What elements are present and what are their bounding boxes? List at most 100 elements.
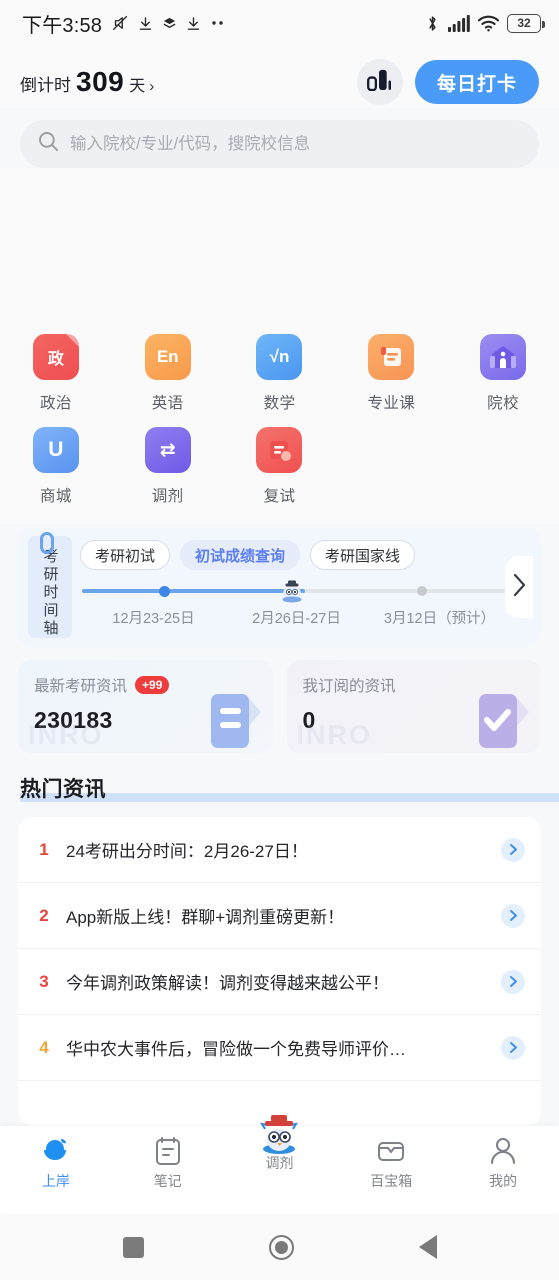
subscribed-news-card[interactable]: INRO 我订阅的资讯 0	[286, 660, 541, 753]
grid-label-politics: 政治	[39, 395, 72, 412]
tab-toolbox[interactable]: 百宝箱	[335, 1134, 447, 1191]
news-item-3[interactable]: 3 今年调剂政策解读！调剂变得越来越公平！	[18, 949, 541, 1015]
news-item-2[interactable]: 2 App新版上线！群聊+调剂重磅更新！	[18, 883, 541, 949]
grid-item-empty-2	[447, 419, 559, 512]
latest-news-title: 最新考研资讯	[34, 678, 128, 695]
latest-news-card[interactable]: INRO 最新考研资讯 +99 230183	[18, 660, 273, 753]
tab-mine[interactable]: 我的	[447, 1134, 559, 1191]
english-glyph: En	[156, 347, 179, 366]
timeline-dates: 12月23-25日 2月26日-27日 3月12日（预计）	[82, 607, 511, 628]
grid-item-politics[interactable]: 政 政治	[0, 326, 112, 419]
grid-item-retest[interactable]: 复试	[224, 419, 336, 512]
grid-item-english[interactable]: En 英语	[112, 326, 224, 419]
layers-icon	[162, 16, 177, 31]
grid-item-mall[interactable]: U 商城	[0, 419, 112, 512]
stats-button[interactable]	[356, 59, 403, 105]
check-document-icon	[459, 690, 531, 753]
timeline-chips: 考研初试 初试成绩查询 考研国家线	[80, 540, 541, 570]
tab-notes[interactable]: 笔记	[112, 1134, 224, 1191]
transfer-glyph: ⇄	[159, 439, 176, 461]
search-bar[interactable]	[20, 120, 539, 168]
document-lines-icon	[191, 690, 263, 753]
hot-news-title-wrap: 热门资讯	[20, 773, 559, 803]
grid-item-school[interactable]: 院校	[447, 326, 559, 419]
download-icon-2	[186, 16, 201, 31]
status-bar-right: 32	[425, 13, 545, 33]
math-icon: √n	[256, 334, 303, 380]
grid-label-major: 专业课	[367, 395, 416, 412]
chevron-right-icon[interactable]	[501, 969, 525, 994]
grid-label-math: 数学	[263, 395, 296, 412]
tab-label-mine: 我的	[489, 1173, 518, 1189]
timeline-chip-1[interactable]: 考研初试	[80, 540, 171, 570]
timeline-dot-3	[416, 586, 427, 596]
battery-icon: 32	[507, 13, 545, 33]
download-icon	[138, 16, 153, 31]
banner-placeholder	[0, 168, 559, 320]
timeline-body: 考研初试 初试成绩查询 考研国家线 12月23-25日 2月26日-27日 3月…	[72, 528, 541, 646]
hot-news-title: 热门资讯	[20, 778, 106, 801]
tab-transfer[interactable]: 调剂	[224, 1115, 336, 1173]
grid-label-english: 英语	[151, 395, 184, 412]
grid-label-mall: 商城	[39, 488, 72, 505]
triangle-back-icon	[418, 1235, 437, 1259]
chevron-right-icon[interactable]	[501, 837, 525, 862]
countdown-button[interactable]: 倒计时 309 天 ›	[20, 66, 154, 98]
math-glyph: √n	[269, 347, 290, 366]
recents-button[interactable]	[122, 1236, 144, 1258]
retest-icon	[256, 427, 303, 473]
home-button[interactable]	[268, 1234, 294, 1260]
owl-mascot-icon	[279, 578, 305, 604]
news-text-3: 今年调剂政策解读！调剂变得越来越公平！	[66, 974, 389, 993]
quick-entry-grid: 政 政治 En 英语 √n 数学 专业课 院校 U 商城 ⇄ 调剂 复试	[0, 320, 559, 524]
exam-timeline-card[interactable]: 考研时间轴 考研初试 初试成绩查询 考研国家线 12月23-25日 2月26日-…	[18, 528, 541, 646]
chevron-right-icon[interactable]	[501, 1035, 525, 1060]
countdown-chevron-icon: ›	[149, 78, 155, 95]
circle-icon	[268, 1234, 294, 1260]
chevron-right-icon	[511, 572, 528, 603]
signal-icon	[448, 14, 470, 32]
square-icon	[122, 1236, 144, 1258]
bottom-tab-bar: 上岸 笔记 调剂 百宝箱 我的	[0, 1115, 559, 1214]
timeline-chip-2[interactable]: 初试成绩查询	[180, 540, 301, 570]
countdown-unit: 天	[129, 78, 146, 95]
daily-checkin-button[interactable]: 每日打卡	[414, 60, 539, 104]
timeline-tab-label: 考研时间轴	[41, 548, 59, 638]
english-book-icon: En	[144, 334, 191, 380]
mall-glyph: U	[48, 438, 64, 461]
timeline-chip-3[interactable]: 考研国家线	[310, 540, 416, 570]
header-row: 倒计时 309 天 › 每日打卡	[20, 56, 539, 108]
grid-item-major[interactable]: 专业课	[335, 326, 447, 419]
tab-shangan[interactable]: 上岸	[0, 1134, 112, 1191]
grid-item-math[interactable]: √n 数学	[224, 326, 336, 419]
status-bar-left: 下午3:58	[22, 9, 226, 38]
grid-item-transfer[interactable]: ⇄ 调剂	[112, 419, 224, 512]
timeline-date-1: 12月23-25日	[112, 611, 195, 627]
timeline-dot-1	[159, 585, 171, 597]
owl-mascot-icon	[255, 1115, 303, 1154]
treasure-box-icon	[376, 1134, 406, 1168]
news-text-1: 24考研出分时间：2月26-27日！	[66, 842, 308, 861]
timeline-next-button[interactable]	[505, 556, 533, 618]
subscribed-news-title: 我订阅的资讯	[302, 678, 396, 695]
app-root: 下午3:58 32 倒计时 309 天 › 每日打卡 输入院校/专业/代码，搜院…	[0, 0, 559, 1280]
tab-label-transfer: 调剂	[265, 1155, 294, 1171]
timeline-tab: 考研时间轴	[28, 532, 72, 638]
wifi-icon	[478, 15, 499, 32]
search-input[interactable]	[70, 134, 521, 154]
status-bar: 下午3:58 32	[0, 0, 559, 46]
timeline-line-fill	[82, 589, 306, 593]
chevron-right-icon[interactable]	[501, 903, 525, 928]
news-item-4[interactable]: 4 华中农大事件后，冒险做一个免费导师评价…	[18, 1015, 541, 1081]
news-text-4: 华中农大事件后，冒险做一个免费导师评价…	[66, 1040, 406, 1059]
countdown-label: 倒计时	[20, 76, 71, 95]
news-item-1[interactable]: 1 24考研出分时间：2月26-27日！	[18, 817, 541, 883]
grid-label-retest: 复试	[263, 488, 296, 505]
hot-news-list: 1 24考研出分时间：2月26-27日！ 2 App新版上线！群聊+调剂重磅更新…	[18, 817, 541, 1126]
info-card-row: INRO 最新考研资讯 +99 230183 INRO 我订阅的资讯 0	[18, 660, 541, 753]
news-rank-1: 1	[39, 839, 49, 859]
back-button[interactable]	[418, 1235, 437, 1259]
scroll-icon	[368, 334, 415, 380]
politics-book-icon: 政	[32, 334, 79, 380]
grid-label-school: 院校	[487, 395, 519, 412]
